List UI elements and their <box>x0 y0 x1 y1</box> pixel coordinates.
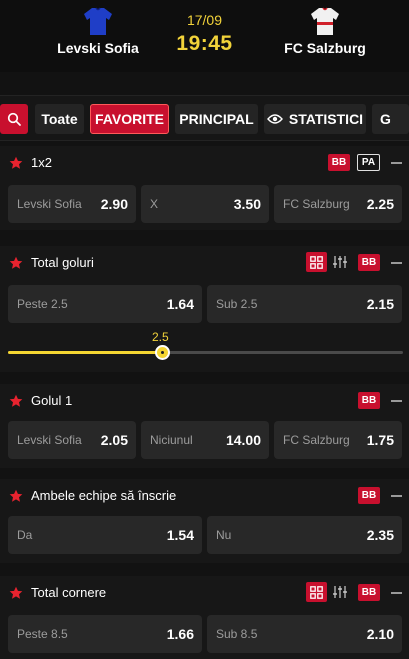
bet-builder-badge[interactable]: BB <box>358 254 380 271</box>
pa-badge[interactable]: PA <box>357 154 380 171</box>
slider-handle[interactable] <box>154 345 170 360</box>
collapse-icon[interactable] <box>391 162 402 164</box>
odd-value: 2.15 <box>366 296 394 312</box>
market-ambele-echipe: Ambele echipe să înscrie BB Da 1.54 Nu 2… <box>0 479 409 563</box>
away-team-name: FC Salzburg <box>284 40 366 56</box>
market-header[interactable]: Total cornere BB <box>0 576 409 612</box>
odd-button[interactable]: FC Salzburg 1.75 <box>274 421 402 459</box>
eye-icon <box>266 113 283 125</box>
sliders-filter-icon[interactable] <box>331 582 349 602</box>
odd-button[interactable]: Sub 8.5 2.10 <box>207 615 402 653</box>
odd-value: 2.90 <box>100 196 128 212</box>
tab-statistici[interactable]: STATISTICI <box>264 104 366 134</box>
market-header[interactable]: Total goluri BB <box>0 246 409 282</box>
odd-value: 2.25 <box>366 196 394 212</box>
odd-value: 1.64 <box>166 296 194 312</box>
collapse-icon[interactable] <box>391 495 402 497</box>
odd-value: 2.35 <box>366 527 394 543</box>
market-1x2: 1x2 BB PA Levski Sofia 2.90 X 3.50 FC Sa… <box>0 146 409 230</box>
odd-label: Da <box>17 528 33 542</box>
grid-view-icon[interactable] <box>306 582 327 602</box>
odd-button[interactable]: Da 1.54 <box>8 516 202 554</box>
bet-builder-badge[interactable]: BB <box>358 487 380 504</box>
market-header[interactable]: Ambele echipe să înscrie BB <box>0 479 409 515</box>
odd-button[interactable]: Niciunul 14.00 <box>141 421 269 459</box>
odd-value: 2.05 <box>100 432 128 448</box>
market-header[interactable]: Golul 1 BB <box>0 384 409 420</box>
tab-label: Toate <box>41 111 78 127</box>
star-icon[interactable] <box>9 156 23 170</box>
collapse-icon[interactable] <box>391 262 402 264</box>
odd-value: 2.10 <box>366 626 394 642</box>
odd-value: 3.50 <box>233 196 261 212</box>
market-golul-1: Golul 1 BB Levski Sofia 2.05 Niciunul 14… <box>0 384 409 468</box>
odd-label: Niciunul <box>150 433 193 447</box>
star-icon[interactable] <box>9 256 23 270</box>
odd-button[interactable]: FC Salzburg 2.25 <box>274 185 402 223</box>
bet-builder-badge[interactable]: BB <box>328 154 350 171</box>
odd-value: 14.00 <box>225 432 261 448</box>
odd-button[interactable]: Peste 2.5 1.64 <box>8 285 202 323</box>
star-icon[interactable] <box>9 586 23 600</box>
odd-label: FC Salzburg <box>283 433 350 447</box>
odd-label: Levski Sofia <box>17 197 82 211</box>
tab-label: G <box>380 111 391 127</box>
odd-button[interactable]: Sub 2.5 2.15 <box>207 285 402 323</box>
away-team[interactable]: FC Salzburg <box>255 0 395 56</box>
odd-value: 1.54 <box>166 527 194 543</box>
market-title: 1x2 <box>31 155 52 170</box>
market-title: Total goluri <box>31 255 94 270</box>
market-header[interactable]: 1x2 BB PA <box>0 146 409 182</box>
odd-label: Sub 8.5 <box>216 627 258 641</box>
odd-button[interactable]: Levski Sofia 2.05 <box>8 421 136 459</box>
search-button[interactable] <box>0 104 28 134</box>
odd-button[interactable]: Peste 8.5 1.66 <box>8 615 202 653</box>
odd-value: 1.75 <box>366 432 394 448</box>
odd-button[interactable]: X 3.50 <box>141 185 269 223</box>
tab-label: PRINCIPAL <box>179 111 254 127</box>
slider-fill <box>8 351 163 354</box>
star-icon[interactable] <box>9 394 23 408</box>
goal-line-slider[interactable]: 2.5 <box>0 330 409 360</box>
bet-builder-badge[interactable]: BB <box>358 584 380 601</box>
odd-label: Peste 8.5 <box>17 627 68 641</box>
market-title: Total cornere <box>31 585 107 600</box>
collapse-icon[interactable] <box>391 592 402 594</box>
bet-builder-badge[interactable]: BB <box>358 392 380 409</box>
slider-value: 2.5 <box>152 330 169 344</box>
odd-button[interactable]: Levski Sofia 2.90 <box>8 185 136 223</box>
tab-favorite[interactable]: FAVORITE <box>90 104 169 134</box>
grid-view-icon[interactable] <box>306 252 327 272</box>
match-header: Levski Sofia 17/09 19:45 FC Salzburg <box>0 0 409 72</box>
market-total-cornere: Total cornere BB Peste 8.5 1.66 Sub 8.5 … <box>0 576 409 659</box>
collapse-icon[interactable] <box>391 400 402 402</box>
odd-label: Peste 2.5 <box>17 297 68 311</box>
tab-toate[interactable]: Toate <box>35 104 84 134</box>
away-jersey-icon <box>311 7 339 35</box>
tab-principal[interactable]: PRINCIPAL <box>175 104 258 134</box>
star-icon[interactable] <box>9 489 23 503</box>
odd-label: Sub 2.5 <box>216 297 258 311</box>
odd-label: X <box>150 197 159 211</box>
odd-button[interactable]: Nu 2.35 <box>207 516 402 554</box>
odd-label: Levski Sofia <box>17 433 82 447</box>
tab-label: STATISTICI <box>288 111 364 127</box>
market-title: Ambele echipe să înscrie <box>31 488 177 503</box>
sliders-filter-icon[interactable] <box>331 252 349 272</box>
market-tabs-bar: Toate FAVORITE PRINCIPAL STATISTICI G <box>0 95 409 141</box>
tab-label: FAVORITE <box>95 111 164 127</box>
search-icon <box>7 112 21 126</box>
market-total-goluri: Total goluri BB Peste 2.5 1.64 Sub 2.5 2… <box>0 246 409 372</box>
market-title: Golul 1 <box>31 393 73 408</box>
tab-goluri[interactable]: G <box>372 104 409 134</box>
odd-label: FC Salzburg <box>283 197 350 211</box>
odd-label: Nu <box>216 528 232 542</box>
odd-value: 1.66 <box>166 626 194 642</box>
